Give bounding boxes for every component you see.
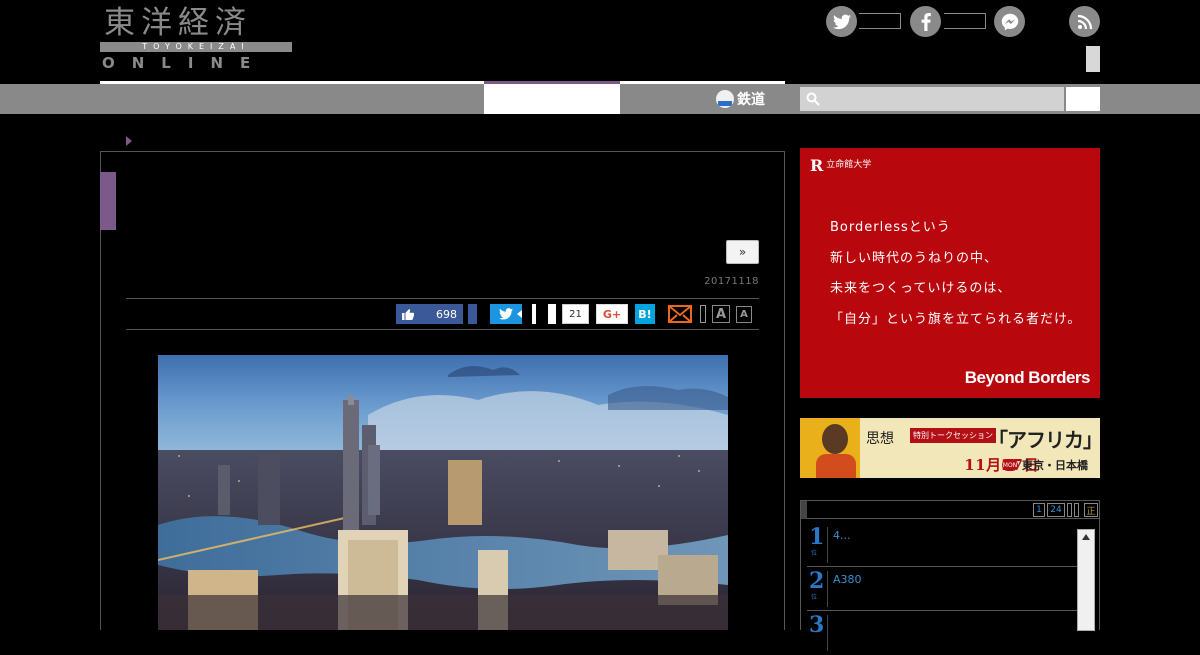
ranking-page-sep-2[interactable]	[1074, 503, 1079, 517]
ranking-scrollbar[interactable]	[1077, 529, 1095, 631]
ranking-page-24[interactable]: 24	[1047, 503, 1065, 517]
ad-weekday-badge: MON	[1002, 459, 1018, 471]
article-date: 20171118	[704, 276, 759, 287]
ranking-item[interactable]: 1 位 4...	[807, 523, 1077, 567]
ranking-page-sep-1[interactable]	[1067, 503, 1072, 517]
nav-item-rail[interactable]: 鉄道	[716, 89, 765, 109]
ad-africa-talk[interactable]: 思想 特別トークセッション 「アフリカ」 11月27日 MON 東京・日本橋	[800, 418, 1100, 478]
ranking-title: A380	[833, 573, 862, 586]
nav-active-indicator	[484, 81, 620, 84]
ranking-divider	[827, 571, 828, 607]
messenger-icon[interactable]	[994, 6, 1025, 37]
ad-slogan: Beyond Borders	[964, 368, 1091, 387]
ranking-item[interactable]: 2 位 A380	[807, 567, 1077, 611]
main-nav: 鉄道	[0, 81, 1200, 114]
article-photo	[158, 355, 728, 630]
logo-kanji: 東洋経済	[104, 5, 252, 41]
scroll-up-arrow-icon[interactable]	[1082, 534, 1090, 540]
ranking-header-bar	[801, 501, 807, 519]
ad-thought-label: 思想	[866, 431, 894, 447]
rss-icon[interactable]	[1069, 6, 1100, 37]
twitter-bird-icon	[499, 308, 513, 320]
logo-roman: TOYOKEIZAI	[142, 42, 250, 51]
site-logo[interactable]: 東洋経済 TOYOKEIZAI ONLINE	[100, 6, 294, 72]
ad-university-name: 立命館大学	[826, 160, 872, 170]
ranking-suffix: 位	[811, 594, 818, 601]
twitter-icon[interactable]	[826, 6, 857, 37]
share-divider-top	[126, 298, 759, 299]
ad-university-logo: R 立命館大学	[810, 156, 872, 175]
facebook-share-end[interactable]	[468, 304, 477, 324]
ranking-number: 1	[809, 524, 825, 550]
ad-portrait-face	[822, 424, 848, 454]
breadcrumb-arrow-icon	[126, 136, 132, 146]
nav-tab-active[interactable]	[484, 84, 620, 114]
hatena-bookmark-button[interactable]: B!	[635, 304, 655, 324]
ad-africa-title: 「アフリカ」	[988, 428, 1100, 452]
pocket-button[interactable]	[548, 304, 556, 324]
search-icon	[806, 92, 820, 106]
ranking-number: 3	[809, 612, 825, 638]
ad-line-2: 新しい時代のうねりの中、	[830, 251, 999, 266]
facebook-icon[interactable]	[910, 6, 941, 37]
ad-talk-pill: 特別トークセッション	[910, 428, 996, 443]
facebook-like-count: 698	[436, 307, 457, 321]
search-button[interactable]	[1066, 87, 1100, 111]
facebook-count-box	[944, 13, 986, 29]
font-large-button[interactable]: A	[712, 305, 730, 323]
ranking-item[interactable]: 3	[807, 611, 1077, 655]
header-login-box[interactable]	[1086, 46, 1100, 72]
train-icon	[716, 90, 734, 108]
ad-portrait-body	[816, 454, 856, 478]
pocket-count: 21	[562, 304, 589, 324]
ritsumeikan-r-icon: R	[810, 156, 824, 175]
more-button[interactable]: »	[726, 240, 759, 264]
share-divider-bottom	[126, 329, 759, 330]
facebook-like-button[interactable]: 698	[396, 304, 463, 324]
mail-icon[interactable]	[668, 305, 692, 323]
twitter-count-box	[859, 13, 901, 29]
print-button[interactable]	[700, 305, 706, 323]
ad-line-1: Borderlessという	[830, 220, 951, 235]
nav-top-line	[100, 81, 785, 84]
twitter-count-tip	[517, 304, 536, 324]
search-input[interactable]	[800, 87, 1064, 111]
ad-ritsumeikan[interactable]: R 立命館大学 Borderlessという 新しい時代のうねりの中、 未来をつく…	[800, 148, 1100, 398]
ad-line-4: 「自分」という旗を立てられる者だけ。	[830, 312, 1082, 327]
ad-event-place: 東京・日本橋	[1022, 459, 1088, 472]
logo-online: ONLINE	[102, 54, 268, 72]
ranking-suffix: 位	[811, 550, 818, 557]
ranking-widget: 1 24 正 1 位 4... 2 位 A380 3	[800, 500, 1100, 651]
ranking-extra-tab[interactable]: 正	[1084, 503, 1098, 517]
ranking-divider	[827, 615, 828, 651]
ranking-title: 4...	[833, 529, 851, 542]
ad-line-3: 未来をつくっていけるのは、	[830, 281, 1012, 296]
ranking-divider	[827, 527, 828, 563]
ranking-number: 2	[809, 568, 825, 594]
nav-rail-label: 鉄道	[737, 92, 765, 108]
ranking-page-1[interactable]: 1	[1033, 503, 1045, 517]
ranking-header: 1 24 正	[801, 501, 1099, 519]
font-small-button[interactable]: A	[736, 306, 752, 323]
title-accent-bar	[100, 172, 116, 230]
thumbs-up-icon	[402, 309, 414, 320]
google-plus-button[interactable]: G+	[596, 304, 628, 324]
